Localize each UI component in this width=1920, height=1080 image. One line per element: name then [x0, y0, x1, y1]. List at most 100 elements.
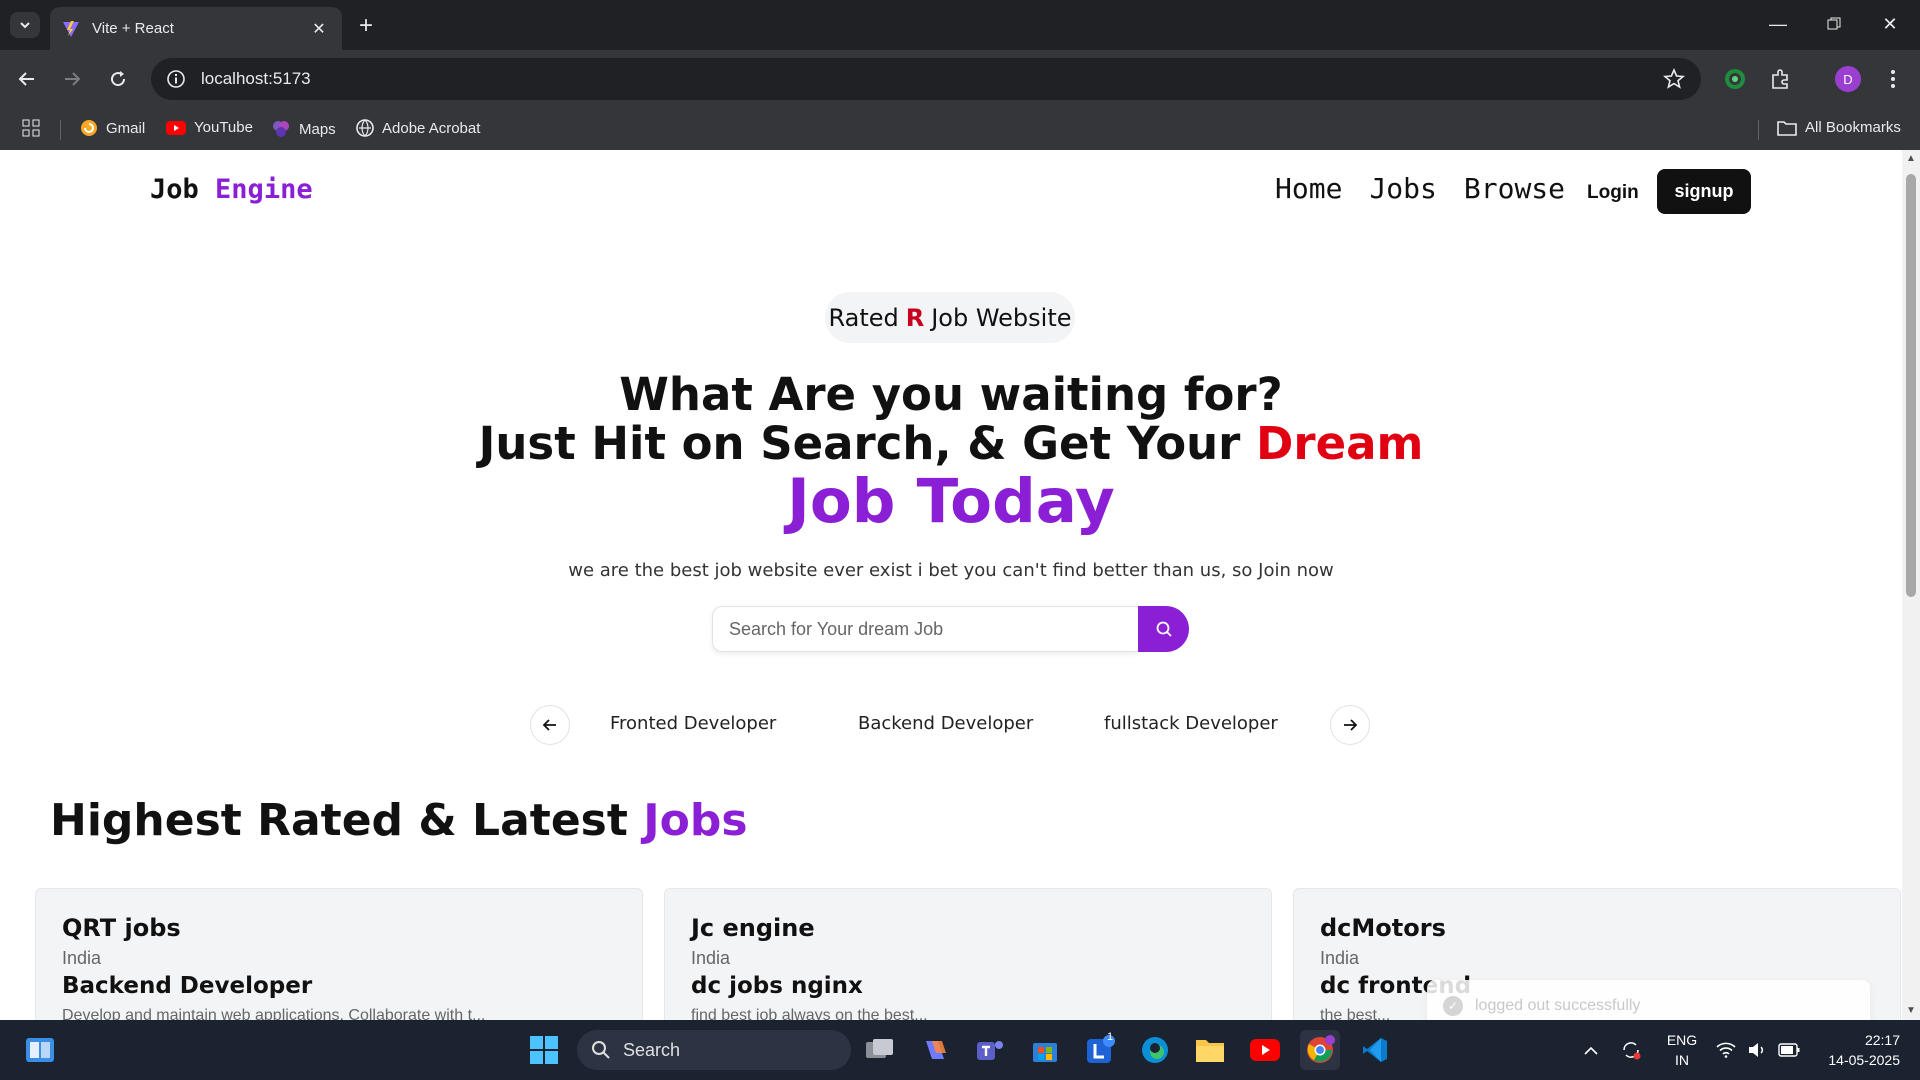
- youtube-icon: [1250, 1039, 1280, 1061]
- language-indicator[interactable]: ENG IN: [1665, 1030, 1699, 1070]
- close-tab-icon[interactable]: ✕: [308, 18, 330, 40]
- teams-button[interactable]: [970, 1030, 1010, 1070]
- job-role: Backend Developer: [62, 973, 313, 999]
- url-text: localhost:5173: [201, 69, 311, 88]
- store-button[interactable]: [1025, 1030, 1065, 1070]
- arrow-left-icon: [18, 72, 34, 86]
- start-button[interactable]: [524, 1030, 564, 1070]
- category-item[interactable]: fullstack Developer: [1104, 713, 1278, 734]
- widgets-button[interactable]: [20, 1030, 60, 1070]
- back-button[interactable]: [12, 64, 42, 94]
- windows-logo-icon: [530, 1036, 558, 1064]
- carousel-next-button[interactable]: [1330, 705, 1370, 745]
- job-search-input[interactable]: [712, 606, 1138, 652]
- edge-icon: [1142, 1037, 1168, 1063]
- maps-icon: [273, 121, 289, 137]
- job-location: India: [1320, 948, 1360, 968]
- bookmark-label: Adobe Acrobat: [382, 119, 481, 137]
- job-card[interactable]: Jc engine India dc jobs nginx find best …: [664, 888, 1272, 1020]
- gmail-icon: [81, 120, 97, 136]
- copilot-button[interactable]: [915, 1030, 955, 1070]
- arrow-right-icon: [65, 72, 81, 86]
- reload-button[interactable]: [103, 64, 133, 94]
- category-carousel: Fronted Developer Backend Developer full…: [530, 705, 1372, 745]
- minimize-button[interactable]: —: [1758, 8, 1798, 40]
- file-explorer-button[interactable]: [1190, 1030, 1230, 1070]
- all-bookmarks-label: All Bookmarks: [1805, 119, 1901, 136]
- brand-second: Engine: [215, 174, 313, 205]
- search-button[interactable]: [1138, 606, 1189, 652]
- site-nav: Home Jobs Browse: [1275, 172, 1565, 205]
- job-search: [712, 606, 1189, 652]
- bookmark-maps[interactable]: Maps: [271, 119, 336, 139]
- tray-overflow-icon[interactable]: [1584, 1020, 1598, 1080]
- tab-search-button[interactable]: [10, 12, 40, 38]
- quick-settings[interactable]: [1716, 1020, 1800, 1080]
- bookmark-star-icon[interactable]: [1663, 68, 1685, 90]
- taskbar-search-label: Search: [623, 1039, 681, 1060]
- bookmarks-divider: [1758, 120, 1759, 140]
- scroll-up-icon[interactable]: ▲: [1905, 154, 1917, 164]
- scroll-thumb[interactable]: [1906, 174, 1916, 597]
- nav-browse[interactable]: Browse: [1464, 172, 1565, 205]
- restore-button[interactable]: [1814, 8, 1854, 40]
- new-tab-button[interactable]: +: [352, 12, 380, 40]
- chrome-button[interactable]: [1300, 1030, 1340, 1070]
- job-company: QRT jobs: [62, 914, 181, 942]
- bookmark-youtube[interactable]: YouTube: [166, 119, 253, 136]
- badge-r: R: [905, 303, 925, 332]
- chrome-icon: [1307, 1035, 1335, 1063]
- restore-icon: [1827, 17, 1841, 30]
- login-button[interactable]: Login: [1587, 182, 1639, 204]
- job-card[interactable]: QRT jobs India Backend Developer Develop…: [35, 888, 643, 1020]
- forward-button[interactable]: [57, 64, 87, 94]
- close-window-button[interactable]: ✕: [1870, 8, 1910, 40]
- job-company: Jc engine: [691, 914, 815, 942]
- nav-home[interactable]: Home: [1275, 172, 1342, 205]
- app-l-button[interactable]: 1: [1080, 1030, 1120, 1070]
- vscode-button[interactable]: [1355, 1030, 1395, 1070]
- apps-grid-button[interactable]: [22, 119, 40, 137]
- bookmark-acrobat[interactable]: Adobe Acrobat: [356, 119, 480, 137]
- taskbar-search[interactable]: Search: [577, 1030, 851, 1070]
- address-bar[interactable]: localhost:5173: [151, 58, 1701, 100]
- reload-icon: [111, 71, 126, 87]
- arrow-right-icon: [1344, 719, 1358, 731]
- category-item[interactable]: Fronted Developer: [610, 713, 776, 734]
- nav-jobs[interactable]: Jobs: [1369, 172, 1436, 205]
- browser-toolbar: localhost:5173 D: [0, 50, 1920, 108]
- browser-menu-icon[interactable]: [1880, 66, 1906, 92]
- task-view-button[interactable]: [860, 1030, 900, 1070]
- site-logo[interactable]: Job Engine: [150, 174, 313, 205]
- edge-button[interactable]: [1135, 1030, 1175, 1070]
- taskbar-clock[interactable]: 22:17 14-05-2025: [1815, 1030, 1900, 1070]
- extension-target-icon[interactable]: [1722, 66, 1748, 92]
- sync-icon[interactable]: [1620, 1020, 1642, 1080]
- lang-line-2: IN: [1675, 1052, 1689, 1068]
- carousel-prev-button[interactable]: [530, 705, 570, 745]
- extensions-puzzle-icon[interactable]: [1768, 66, 1794, 92]
- browser-tab-active[interactable]: Vite + React ✕: [50, 7, 342, 50]
- search-icon: [592, 1041, 610, 1059]
- search-icon: [1156, 621, 1172, 637]
- bookmark-gmail[interactable]: Gmail: [80, 119, 145, 137]
- rated-badge: Rated R Job Website: [825, 292, 1075, 343]
- youtube-app-button[interactable]: [1245, 1030, 1285, 1070]
- toast-notification[interactable]: ✓ logged out successfully: [1427, 980, 1870, 1020]
- all-bookmarks-button[interactable]: All Bookmarks: [1777, 119, 1901, 136]
- bookmarks-divider: [60, 120, 61, 140]
- category-item[interactable]: Backend Developer: [858, 713, 1033, 734]
- app-badge: 1: [1107, 1031, 1114, 1043]
- page-scrollbar[interactable]: ▲ ▼: [1902, 150, 1920, 1020]
- jobs-section-title: Highest Rated & Latest Jobs: [50, 795, 748, 846]
- brand-first: Job: [150, 174, 199, 205]
- signup-button[interactable]: signup: [1657, 169, 1751, 214]
- scroll-down-icon[interactable]: ▼: [1905, 1006, 1917, 1016]
- folder-icon: [1196, 1040, 1224, 1062]
- job-role: dc jobs nginx: [691, 973, 863, 999]
- profile-avatar[interactable]: D: [1835, 66, 1861, 92]
- puzzle-icon: [1772, 69, 1788, 89]
- site-info-icon[interactable]: [165, 68, 187, 90]
- job-description: Develop and maintain web applications. C…: [62, 1007, 486, 1020]
- volume-icon: [1749, 1043, 1764, 1057]
